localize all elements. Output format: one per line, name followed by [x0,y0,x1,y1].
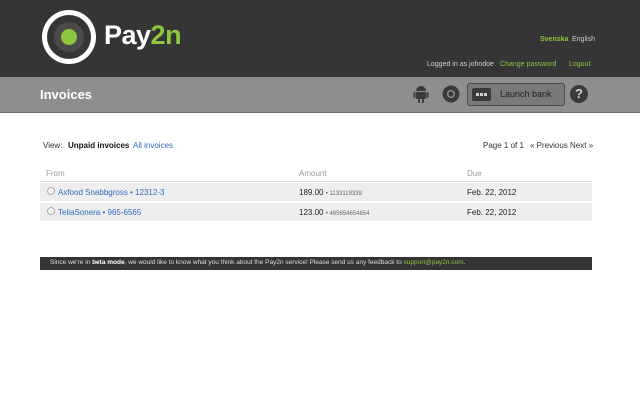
pay2n-logo-icon[interactable] [40,8,98,66]
table-row: Axfood Snabbgross • 12312-3 189.00 • 113… [40,183,592,202]
logo-text-main: Pay [104,20,151,50]
paid-checkbox[interactable] [47,187,55,195]
invoice-amount: 123.00 • 465654654654 [299,208,370,217]
beta-middle: , we would like to know what you think a… [124,259,404,266]
view-unpaid-invoices[interactable]: Unpaid invoices [68,141,129,150]
amount-value: 123.00 [299,208,324,217]
beta-feedback-bar: Since we're in beta mode, we would like … [40,257,592,270]
logo-text: Pay2n [104,20,182,51]
logged-in-status: Logged in as johndoe [427,61,494,68]
page-title: Invoices [40,87,93,102]
amount-value: 189.00 [299,188,324,197]
beta-mode: beta mode [92,259,125,266]
chrome-icon[interactable] [442,85,460,103]
launch-bank-button[interactable]: Launch bank [467,83,565,106]
language-svenska-link[interactable]: Svenska [540,36,568,43]
keypad-icon [472,88,491,101]
sub-header: Invoices Launch bank ? [0,77,640,113]
change-password-link[interactable]: Change password [500,61,556,68]
column-from[interactable]: From [46,169,65,178]
invoice-from-link[interactable]: TeliaSonera • 965-6565 [58,208,141,217]
support-email-link[interactable]: support@pay2n.com [404,259,464,266]
beta-message: Since we're in beta mode, we would like … [50,259,465,266]
pagination-links[interactable]: « Previous Next » [530,141,593,150]
beta-prefix: Since we're in [50,259,93,266]
page-info: Page 1 of 1 [483,141,524,150]
invoice-amount: 189.00 • 1133119339 [299,188,362,197]
invoice-due-date: Feb. 22, 2012 [467,188,517,197]
beta-suffix: . [463,259,466,266]
table-header: From Amount Due [40,164,592,182]
view-all-invoices-link[interactable]: All invoices [133,141,173,150]
reference-number: • 465654654654 [325,211,370,217]
reference-number: • 1133119339 [325,191,362,197]
table-row: TeliaSonera • 965-6565 123.00 • 46565465… [40,203,592,222]
help-icon[interactable]: ? [570,85,588,103]
logo-text-accent: 2n [150,20,182,50]
paid-checkbox[interactable] [47,207,55,215]
invoice-from-link[interactable]: Axfood Snabbgross • 12312-3 [58,188,164,197]
view-label: View: [43,141,63,150]
language-english-link[interactable]: English [572,36,595,43]
launch-bank-label: Launch bank [500,89,552,99]
column-due[interactable]: Due [467,169,482,178]
logout-link[interactable]: Logout [569,61,590,68]
column-amount[interactable]: Amount [299,169,327,178]
android-icon[interactable] [413,85,429,103]
top-header: Pay2n Svenska English Logged in as johnd… [0,0,640,77]
invoice-due-date: Feb. 22, 2012 [467,208,517,217]
